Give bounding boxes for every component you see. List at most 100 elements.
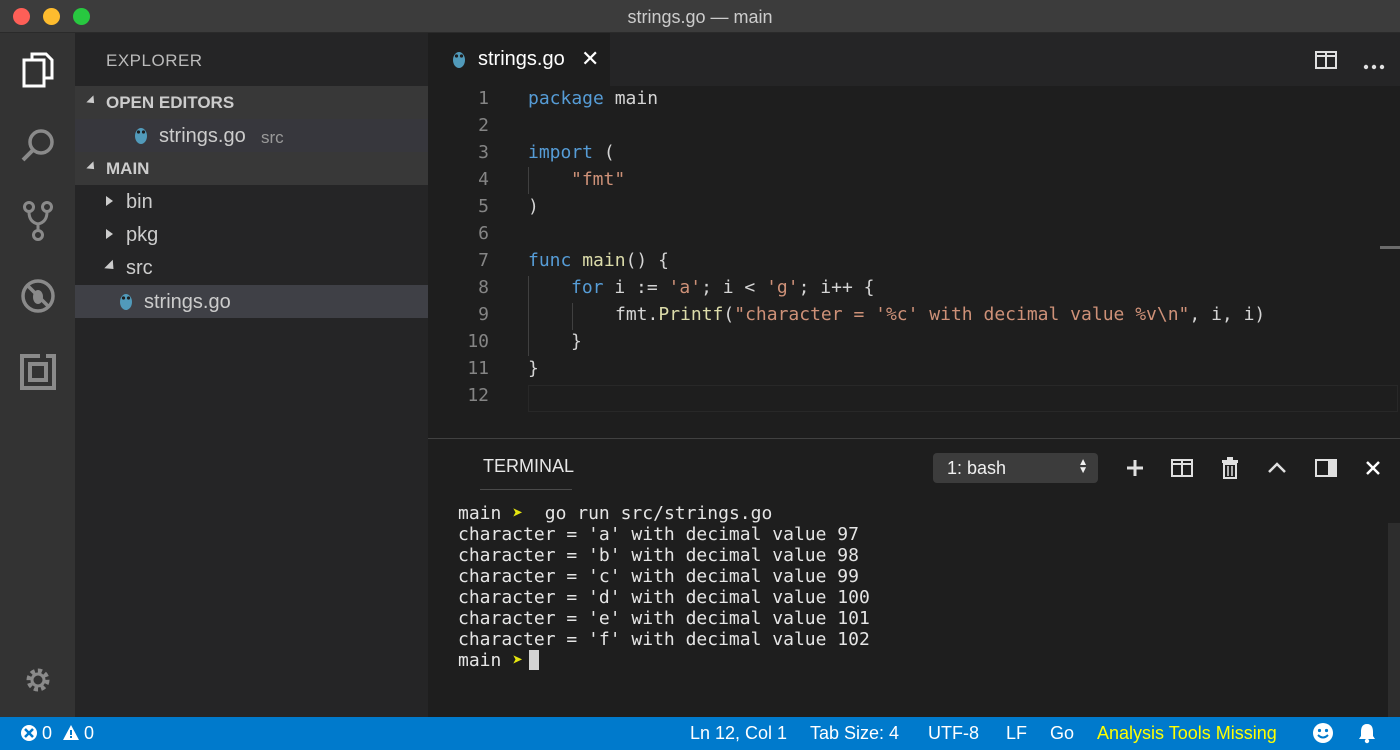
terminal-command-line: main ➤ go run src/strings.go xyxy=(458,503,870,524)
prompt-directory: main xyxy=(458,503,502,524)
open-editors-label: OPEN EDITORS xyxy=(106,93,235,112)
tab-terminal[interactable]: TERMINAL xyxy=(483,456,574,477)
analysis-tools-warning[interactable]: Analysis Tools Missing xyxy=(1097,723,1277,744)
line-number: 2 xyxy=(478,115,489,136)
warning-icon[interactable] xyxy=(62,724,80,746)
activity-bar xyxy=(0,33,75,717)
code-line-12: 12 xyxy=(428,383,1400,410)
chevron-up-icon[interactable] xyxy=(1264,455,1290,481)
errors-icon[interactable] xyxy=(20,724,38,747)
code-text: } xyxy=(528,358,539,379)
gear-icon[interactable] xyxy=(13,655,63,705)
open-editor-folder: src xyxy=(261,128,284,147)
trash-icon[interactable] xyxy=(1217,455,1243,481)
warning-count[interactable]: 0 xyxy=(84,723,94,744)
line-number: 8 xyxy=(478,277,489,298)
tree-item-bin[interactable]: bin xyxy=(75,185,428,218)
function-name: main xyxy=(582,250,626,271)
line-number: 1 xyxy=(478,88,489,109)
debug-icon[interactable] xyxy=(13,271,63,321)
split-terminal-icon[interactable] xyxy=(1169,455,1195,481)
cursor-position[interactable]: Ln 12, Col 1 xyxy=(690,723,787,744)
terminal-output-line: character = 'd' with decimal value 100 xyxy=(458,587,870,608)
code-text: main xyxy=(603,88,659,109)
code-text: ( xyxy=(593,142,615,163)
toggle-panel-position-icon[interactable] xyxy=(1313,455,1339,481)
line-number: 10 xyxy=(467,331,489,352)
window-title: strings.go — main xyxy=(627,7,773,27)
editor-tab-bar: strings.go ✕ xyxy=(428,33,1400,86)
prompt-arrow-icon: ➤ xyxy=(512,503,524,524)
active-tab-indicator xyxy=(480,489,572,490)
tab-strings-go[interactable]: strings.go ✕ xyxy=(428,33,610,86)
new-terminal-icon[interactable] xyxy=(1122,455,1148,481)
keyword: func xyxy=(528,250,572,271)
more-actions-icon[interactable] xyxy=(1363,57,1385,75)
split-editor-icon[interactable] xyxy=(1315,51,1337,74)
tree-item-src[interactable]: src xyxy=(75,251,428,284)
string-literal: "fmt" xyxy=(571,169,626,190)
select-arrows-icon: ▲ ▼ xyxy=(1078,457,1088,476)
code-line-5: 5 ) xyxy=(428,194,1400,221)
error-count[interactable]: 0 xyxy=(42,723,52,744)
go-file-icon xyxy=(120,294,132,310)
code-line-4: 4 "fmt" xyxy=(428,167,1400,194)
end-of-line[interactable]: LF xyxy=(1006,723,1027,744)
terminal-output-line: character = 'e' with decimal value 101 xyxy=(458,608,870,629)
close-panel-icon[interactable] xyxy=(1360,455,1386,481)
code-line-3: 3 import ( xyxy=(428,140,1400,167)
chevron-down-icon xyxy=(104,259,118,274)
source-control-icon[interactable] xyxy=(13,196,63,246)
code-line-7: 7 func main() { xyxy=(428,248,1400,275)
status-bar: 0 0 Ln 12, Col 1 Tab Size: 4 UTF-8 LF Go… xyxy=(0,717,1400,750)
string-literal: 'g' xyxy=(766,277,799,298)
terminal-output-line: character = 'b' with decimal value 98 xyxy=(458,545,859,566)
code-text: i := xyxy=(603,277,669,298)
title-bar: strings.go — main xyxy=(0,0,1400,33)
function-name: Printf xyxy=(658,304,724,325)
string-literal: "character = '%c' with decimal value %v\… xyxy=(734,304,1190,325)
language-mode[interactable]: Go xyxy=(1050,723,1074,744)
terminal-output-line: character = 'a' with decimal value 97 xyxy=(458,524,859,545)
explorer-title: EXPLORER xyxy=(106,51,203,70)
code-line-10: 10 } xyxy=(428,329,1400,356)
line-number: 6 xyxy=(478,223,489,244)
tree-item-strings-go[interactable]: strings.go xyxy=(75,285,428,318)
tree-item-label: src xyxy=(126,257,153,279)
line-number: 12 xyxy=(467,385,489,406)
terminal-output[interactable]: main ➤ go run src/strings.go character = … xyxy=(458,503,870,671)
files-icon[interactable] xyxy=(13,45,63,95)
main-folder-header[interactable]: MAIN xyxy=(75,152,428,185)
terminal-cursor xyxy=(529,650,540,670)
code-line-9: 9 fmt.Printf("character = '%c' with deci… xyxy=(428,302,1400,329)
tab-label: strings.go xyxy=(478,48,565,70)
line-number: 5 xyxy=(478,196,489,217)
code-text: () { xyxy=(625,250,669,271)
open-editor-item[interactable]: strings.go src xyxy=(75,119,428,152)
explorer-sidebar: EXPLORER OPEN EDITORS strings.go src MAI… xyxy=(75,33,428,717)
terminal-selector[interactable]: 1: bash ▲ ▼ xyxy=(933,453,1098,483)
line-number: 7 xyxy=(478,250,489,271)
open-editors-header[interactable]: OPEN EDITORS xyxy=(75,86,428,119)
code-line-11: 11 } xyxy=(428,356,1400,383)
code-editor[interactable]: 1 package main 2 3 import ( 4 "fmt" 5 ) … xyxy=(428,86,1400,438)
feedback-smiley-icon[interactable] xyxy=(1312,722,1334,749)
terminal-panel: TERMINAL 1: bash ▲ ▼ main ➤ go run src/st… xyxy=(428,438,1400,718)
line-number: 3 xyxy=(478,142,489,163)
close-tab-icon[interactable]: ✕ xyxy=(581,46,599,72)
go-file-icon xyxy=(135,128,147,144)
code-line-2: 2 xyxy=(428,113,1400,140)
notifications-bell-icon[interactable] xyxy=(1357,722,1377,749)
extensions-icon[interactable] xyxy=(13,347,63,397)
terminal-output-line: character = 'f' with decimal value 102 xyxy=(458,629,870,650)
tree-item-pkg[interactable]: pkg xyxy=(75,218,428,251)
code-line-6: 6 xyxy=(428,221,1400,248)
terminal-scrollbar[interactable] xyxy=(1388,523,1400,718)
code-line-1: 1 package main xyxy=(428,86,1400,113)
tab-size[interactable]: Tab Size: 4 xyxy=(810,723,899,744)
chevron-right-icon xyxy=(106,229,113,239)
chevron-right-icon xyxy=(106,196,113,206)
search-icon[interactable] xyxy=(13,121,63,171)
tree-item-label: strings.go xyxy=(144,291,231,313)
encoding[interactable]: UTF-8 xyxy=(928,723,979,744)
